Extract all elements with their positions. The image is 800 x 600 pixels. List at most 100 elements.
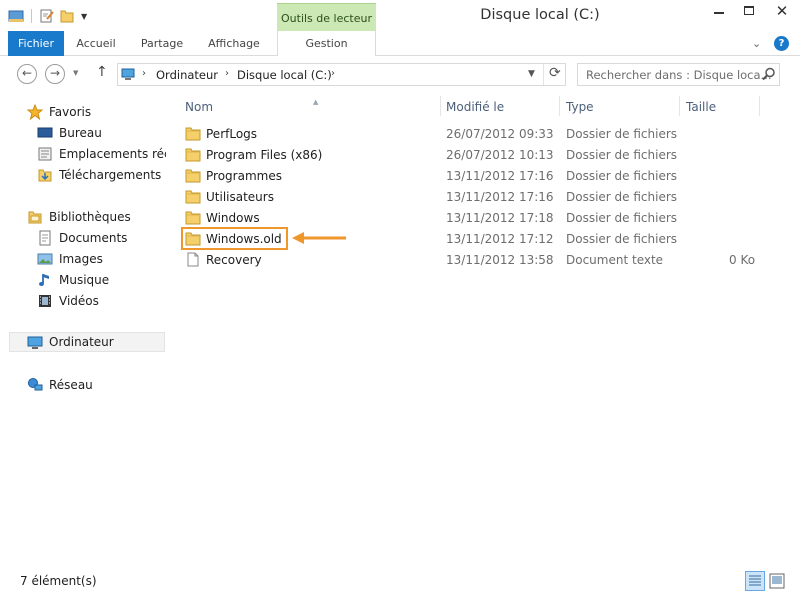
address-divider: [543, 64, 544, 85]
refresh-icon[interactable]: ⟳: [549, 65, 561, 81]
breadcrumb-chevron-icon[interactable]: ›: [331, 68, 335, 79]
file-name: PerfLogs: [206, 127, 258, 141]
status-bar: 7 élément(s): [0, 567, 800, 600]
nav-documents-label: Documents: [59, 231, 128, 245]
up-arrow-icon[interactable]: ↑: [96, 64, 108, 80]
title-bar: ▼ Outils de lecteur Disque local (C:) ✕: [0, 0, 800, 31]
context-group-label: Outils de lecteur: [281, 12, 372, 25]
tab-view[interactable]: Affichage: [199, 31, 269, 56]
help-icon[interactable]: ?: [774, 36, 789, 51]
large-icons-view-button[interactable]: [767, 571, 787, 591]
nav-network[interactable]: Réseau: [0, 375, 166, 395]
details-view-button[interactable]: [745, 571, 765, 591]
nav-downloads[interactable]: Téléchargements: [0, 165, 166, 185]
arrow-left-icon: ←: [21, 66, 33, 80]
file-modified: 13/11/2012 17:16: [446, 190, 554, 204]
minimize-button[interactable]: [704, 0, 734, 22]
file-type: Dossier de fichiers: [566, 190, 678, 204]
column-divider[interactable]: [759, 96, 760, 116]
nav-computer[interactable]: Ordinateur: [9, 332, 165, 352]
nav-recent-places[interactable]: Emplacements récents: [0, 144, 166, 164]
libraries-icon: [28, 211, 42, 224]
column-header-type[interactable]: Type: [560, 96, 680, 118]
breadcrumb-computer[interactable]: Ordinateur: [156, 68, 218, 82]
back-button[interactable]: ←: [17, 64, 37, 84]
file-name: Windows: [206, 211, 260, 225]
tab-file[interactable]: Fichier: [8, 31, 64, 56]
tab-share[interactable]: Partage: [133, 31, 191, 56]
close-icon: ✕: [775, 2, 789, 20]
table-row[interactable]: PerfLogs 26/07/2012 09:33 Dossier de fichi…: [181, 123, 771, 144]
close-button[interactable]: ✕: [764, 0, 800, 22]
recent-places-icon: [38, 147, 52, 161]
table-row[interactable]: Windows 13/11/2012 17:18 Dossier de fichie…: [181, 207, 771, 228]
explorer-window-icon[interactable]: [8, 8, 24, 24]
breadcrumb-local-disk[interactable]: Disque local (C:): [237, 68, 332, 82]
file-modified: 13/11/2012 13:58: [446, 253, 554, 267]
sort-ascending-icon: ▲: [313, 98, 319, 106]
file-size: 0 Ko: [729, 253, 756, 267]
nav-pictures-label: Images: [59, 252, 103, 266]
expand-ribbon-icon[interactable]: ⌄: [752, 37, 761, 50]
toolbar-divider: [31, 9, 32, 23]
file-type: Dossier de fichiers: [566, 127, 678, 141]
column-header-name[interactable]: ▲ Nom: [179, 96, 441, 118]
search-icon[interactable]: [761, 66, 777, 82]
address-history-icon[interactable]: ▼: [528, 69, 535, 79]
tab-manage[interactable]: Gestion: [277, 31, 376, 56]
column-header-size[interactable]: Taille: [680, 96, 760, 118]
nav-computer-label: Ordinateur: [49, 335, 114, 349]
table-row[interactable]: Utilisateurs 13/11/2012 17:16 Dossier de f…: [181, 186, 771, 207]
table-row[interactable]: Recovery 13/11/2012 13:58 Document texte 0 …: [181, 249, 771, 270]
file-modified: 13/11/2012 17:18: [446, 211, 554, 225]
computer-icon: [121, 68, 135, 80]
search-placeholder: Rechercher dans : Disque loca...: [586, 68, 772, 82]
recent-locations-icon[interactable]: ▼: [73, 69, 78, 77]
breadcrumb-chevron-icon[interactable]: ›: [142, 68, 146, 79]
desktop-icon: [37, 127, 53, 138]
table-row[interactable]: Program Files (x86) 26/07/2012 10:13 Dossi…: [181, 144, 771, 165]
navigation-pane: Favoris Bureau Emplacements récents Télé…: [0, 92, 170, 567]
music-icon: [39, 274, 49, 286]
drive-tools-context-header: Outils de lecteur: [277, 3, 376, 31]
column-header-modified[interactable]: Modifié le: [440, 96, 560, 118]
customize-toolbar-icon[interactable]: ▼: [81, 12, 87, 21]
file-modified: 26/07/2012 10:13: [446, 148, 554, 162]
highlight-arrow-icon: [292, 232, 346, 244]
new-folder-icon[interactable]: [59, 8, 75, 24]
details-view-icon: [749, 575, 761, 586]
quick-access-toolbar: ▼: [8, 7, 87, 25]
table-row[interactable]: Programmes 13/11/2012 17:16 Dossier de fic…: [181, 165, 771, 186]
column-header-type-label: Type: [566, 100, 594, 114]
file-name: Program Files (x86): [206, 148, 323, 162]
file-modified: 13/11/2012 17:12: [446, 232, 554, 246]
file-list: ▲ Nom Modifié le Type Taille PerfLogs 26/…: [171, 92, 800, 567]
nav-documents[interactable]: Documents: [0, 228, 166, 248]
properties-icon[interactable]: [39, 8, 55, 24]
address-row: ← → ▼ ↑ › Ordinateur › Disque local (C:)…: [0, 57, 800, 91]
column-header-size-label: Taille: [686, 100, 717, 114]
nav-libraries[interactable]: Bibliothèques: [0, 207, 166, 227]
folder-icon: [185, 210, 201, 225]
maximize-button[interactable]: [734, 0, 764, 22]
tab-home[interactable]: Accueil: [66, 31, 126, 56]
column-header-name-label: Nom: [185, 100, 214, 114]
address-bar[interactable]: › Ordinateur › Disque local (C:) › ▼ ⟳: [117, 63, 566, 86]
nav-pictures[interactable]: Images: [0, 249, 166, 269]
nav-recent-places-label: Emplacements récents: [59, 147, 166, 161]
item-count: 7 élément(s): [20, 574, 97, 588]
forward-button[interactable]: →: [45, 64, 65, 84]
search-box[interactable]: Rechercher dans : Disque loca...: [577, 63, 780, 86]
file-type: Dossier de fichiers: [566, 211, 678, 225]
nav-videos[interactable]: Vidéos: [0, 291, 166, 311]
nav-favorites[interactable]: Favoris: [0, 102, 166, 122]
file-type: Dossier de fichiers: [566, 148, 678, 162]
nav-music[interactable]: Musique: [0, 270, 166, 290]
nav-network-label: Réseau: [49, 378, 93, 392]
breadcrumb-chevron-icon[interactable]: ›: [225, 68, 229, 79]
folder-icon: [185, 189, 201, 204]
nav-desktop[interactable]: Bureau: [0, 123, 166, 143]
file-modified: 26/07/2012 09:33: [446, 127, 554, 141]
downloads-icon: [38, 169, 52, 182]
network-icon: [28, 378, 43, 391]
